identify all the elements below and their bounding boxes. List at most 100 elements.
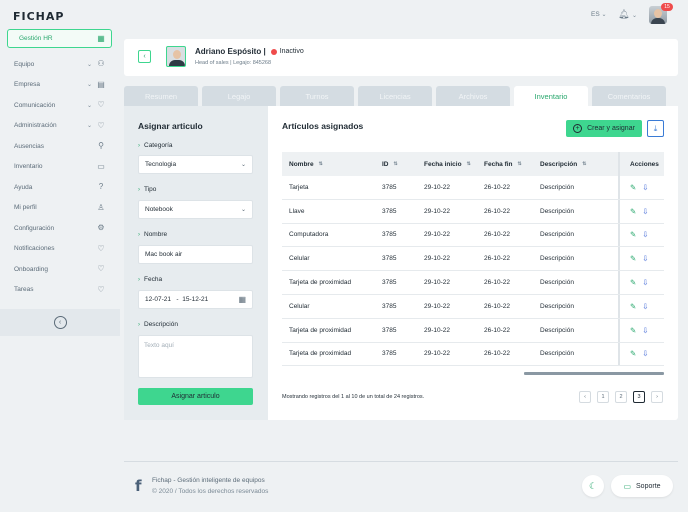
sort-icon[interactable]: ⇅ — [582, 161, 586, 167]
notifications-button[interactable]: 🔔︎ ⌄ — [618, 9, 637, 20]
sidebar-item-ayuda[interactable]: Ayuda ? — [0, 177, 120, 198]
tab-turnos[interactable]: Turnos — [280, 86, 354, 106]
nombre-value: Mac book air — [145, 251, 183, 258]
sidebar-item-comunicaci-n[interactable]: Comunicación ⌄ ♡ — [0, 95, 120, 116]
sort-icon[interactable]: ⇅ — [518, 161, 522, 167]
cell-end: 26-10-22 — [484, 231, 511, 239]
sidebar-item-icons: ♙ — [97, 202, 105, 212]
categoria-value: Tecnologia — [145, 161, 177, 168]
sidebar-item-mi-perfil[interactable]: Mi perfil ♙ — [0, 198, 120, 219]
cell-actions: ✎ ⇩ — [618, 318, 664, 342]
download-button[interactable]: ⤓ — [647, 120, 664, 137]
column-header-fecha-inicio[interactable]: Fecha inicio ⇅ — [416, 152, 476, 176]
sidebar-item-ausencias[interactable]: Ausencias ⚲ — [0, 136, 120, 157]
tab-archivos[interactable]: Archivos — [436, 86, 510, 106]
status-dot — [270, 48, 277, 55]
fecha-range-input[interactable]: 12-07-21 - 15-12-21 ▦ — [138, 290, 253, 309]
table-horizontal-scrollbar[interactable] — [524, 372, 664, 375]
sidebar-item-configuraci-n[interactable]: Configuración ⚙ — [0, 218, 120, 239]
sort-icon[interactable]: ⇅ — [467, 161, 471, 167]
sidebar-item-equipo[interactable]: Equipo ⌄ ⚇ — [0, 54, 120, 75]
building-icon: ▤ — [97, 79, 105, 89]
sort-icon[interactable]: ⇅ — [319, 161, 323, 167]
scroll-thumb[interactable] — [524, 372, 664, 375]
sidebar-item-inventario[interactable]: Inventario ▭ — [0, 157, 120, 178]
back-button[interactable]: ‹ — [138, 50, 151, 63]
employee-subtitle: Head of sales | Legajo: 845268 — [195, 60, 272, 66]
cell-name: Tarjeta de proximidad — [289, 326, 352, 334]
sidebar-item-tareas[interactable]: Tareas ♡ — [0, 280, 120, 301]
edit-icon[interactable]: ✎ — [630, 183, 636, 192]
sidebar-item-gestion-hr[interactable]: Gestión HR ▦ — [7, 29, 112, 48]
download-icon[interactable]: ⇩ — [642, 326, 648, 335]
page-3-button[interactable]: 3 — [633, 391, 645, 403]
download-icon[interactable]: ⇩ — [642, 183, 648, 192]
download-icon[interactable]: ⇩ — [642, 230, 648, 239]
column-header-fecha-fin[interactable]: Fecha fin ⇅ — [476, 152, 532, 176]
assign-article-button[interactable]: Asignar articulo — [138, 388, 253, 405]
pagination: ‹ 1 2 3 › — [579, 391, 663, 403]
categoria-select[interactable]: Tecnologia ⌄ — [138, 155, 253, 174]
sidebar-item-notificaciones[interactable]: Notificaciones ♡ — [0, 239, 120, 260]
chevron-down-icon: ⌄ — [601, 12, 607, 18]
tab-legajo[interactable]: Legajo — [202, 86, 276, 106]
sidebar-item-label: Notificaciones — [14, 245, 55, 253]
tipo-select[interactable]: Notebook ⌄ — [138, 200, 253, 219]
calendar-icon[interactable]: ▦ — [238, 295, 246, 304]
sort-icon[interactable]: ⇅ — [394, 161, 398, 167]
create-and-assign-button[interactable]: + Crear y asignar — [566, 120, 642, 137]
nombre-input[interactable]: Mac book air — [138, 245, 253, 264]
user-minus-icon: ⚲ — [98, 141, 104, 151]
collapse-sidebar-button[interactable]: ‹ — [53, 316, 67, 329]
descripcion-placeholder: Texto aquí — [144, 342, 174, 349]
heart-icon: ♡ — [97, 243, 105, 253]
dark-mode-toggle[interactable]: ☾ — [582, 475, 604, 497]
page-1-button[interactable]: 1 — [597, 391, 609, 403]
tab-resumen[interactable]: Resumen — [124, 86, 198, 106]
chevron-left-icon: ‹ — [58, 319, 62, 326]
download-icon[interactable]: ⇩ — [642, 254, 648, 263]
assign-title: Asignar articulo — [138, 121, 203, 131]
heart-icon: ♡ — [97, 284, 105, 294]
descripcion-textarea[interactable]: Texto aquí — [138, 335, 253, 378]
employee-name: Adriano Espósito | — [195, 47, 266, 56]
edit-icon[interactable]: ✎ — [630, 326, 636, 335]
language-selector[interactable]: ES ⌄ — [591, 11, 607, 18]
support-button[interactable]: ▭ Soporte — [611, 475, 673, 497]
column-header-descripci-n[interactable]: Descripción ⇅ — [532, 152, 618, 176]
cell-actions: ✎ ⇩ — [618, 247, 664, 271]
edit-icon[interactable]: ✎ — [630, 302, 636, 311]
column-header-nombre[interactable]: Nombre ⇅ — [282, 152, 374, 176]
edit-icon[interactable]: ✎ — [630, 230, 636, 239]
download-icon[interactable]: ⇩ — [642, 207, 648, 216]
cell-start: 29-10-22 — [424, 255, 451, 263]
cell-id: 3785 — [382, 279, 397, 287]
support-label: Soporte — [636, 482, 661, 490]
cell-name: Tarjeta de proximidad — [289, 279, 352, 287]
edit-icon[interactable]: ✎ — [630, 349, 636, 358]
logo-text: FICHAP — [13, 10, 65, 23]
page-2-button[interactable]: 2 — [615, 391, 627, 403]
tab-comentarios[interactable]: Comentarios — [592, 86, 666, 106]
user-icon: ♙ — [97, 202, 105, 212]
cell-name: Tarjeta — [289, 183, 309, 191]
edit-icon[interactable]: ✎ — [630, 254, 636, 263]
column-header-id[interactable]: ID ⇅ — [374, 152, 416, 176]
cell-id: 3785 — [382, 302, 397, 310]
sidebar-item-onboarding[interactable]: Onboarding ♡ — [0, 259, 120, 280]
fichap-logo[interactable]: FICHAP — [13, 10, 64, 23]
tipo-value: Notebook — [145, 206, 173, 213]
edit-icon[interactable]: ✎ — [630, 207, 636, 216]
download-icon[interactable]: ⇩ — [642, 302, 648, 311]
tab-inventario[interactable]: Inventario — [514, 86, 588, 106]
sidebar-item-administraci-n[interactable]: Administración ⌄ ♡ — [0, 116, 120, 137]
tab-licencias[interactable]: Licencias — [358, 86, 432, 106]
sidebar-item-label: Gestión HR — [19, 35, 53, 42]
download-icon[interactable]: ⇩ — [642, 349, 648, 358]
download-icon[interactable]: ⇩ — [642, 278, 648, 287]
sidebar-item-empresa[interactable]: Empresa ⌄ ▤ — [0, 75, 120, 96]
edit-icon[interactable]: ✎ — [630, 278, 636, 287]
articles-table: Nombre ⇅ ID ⇅ Fecha inicio ⇅ Fecha fin ⇅ Descrip… — [282, 152, 664, 367]
prev-page-button[interactable]: ‹ — [579, 391, 591, 403]
next-page-button[interactable]: › — [651, 391, 663, 403]
